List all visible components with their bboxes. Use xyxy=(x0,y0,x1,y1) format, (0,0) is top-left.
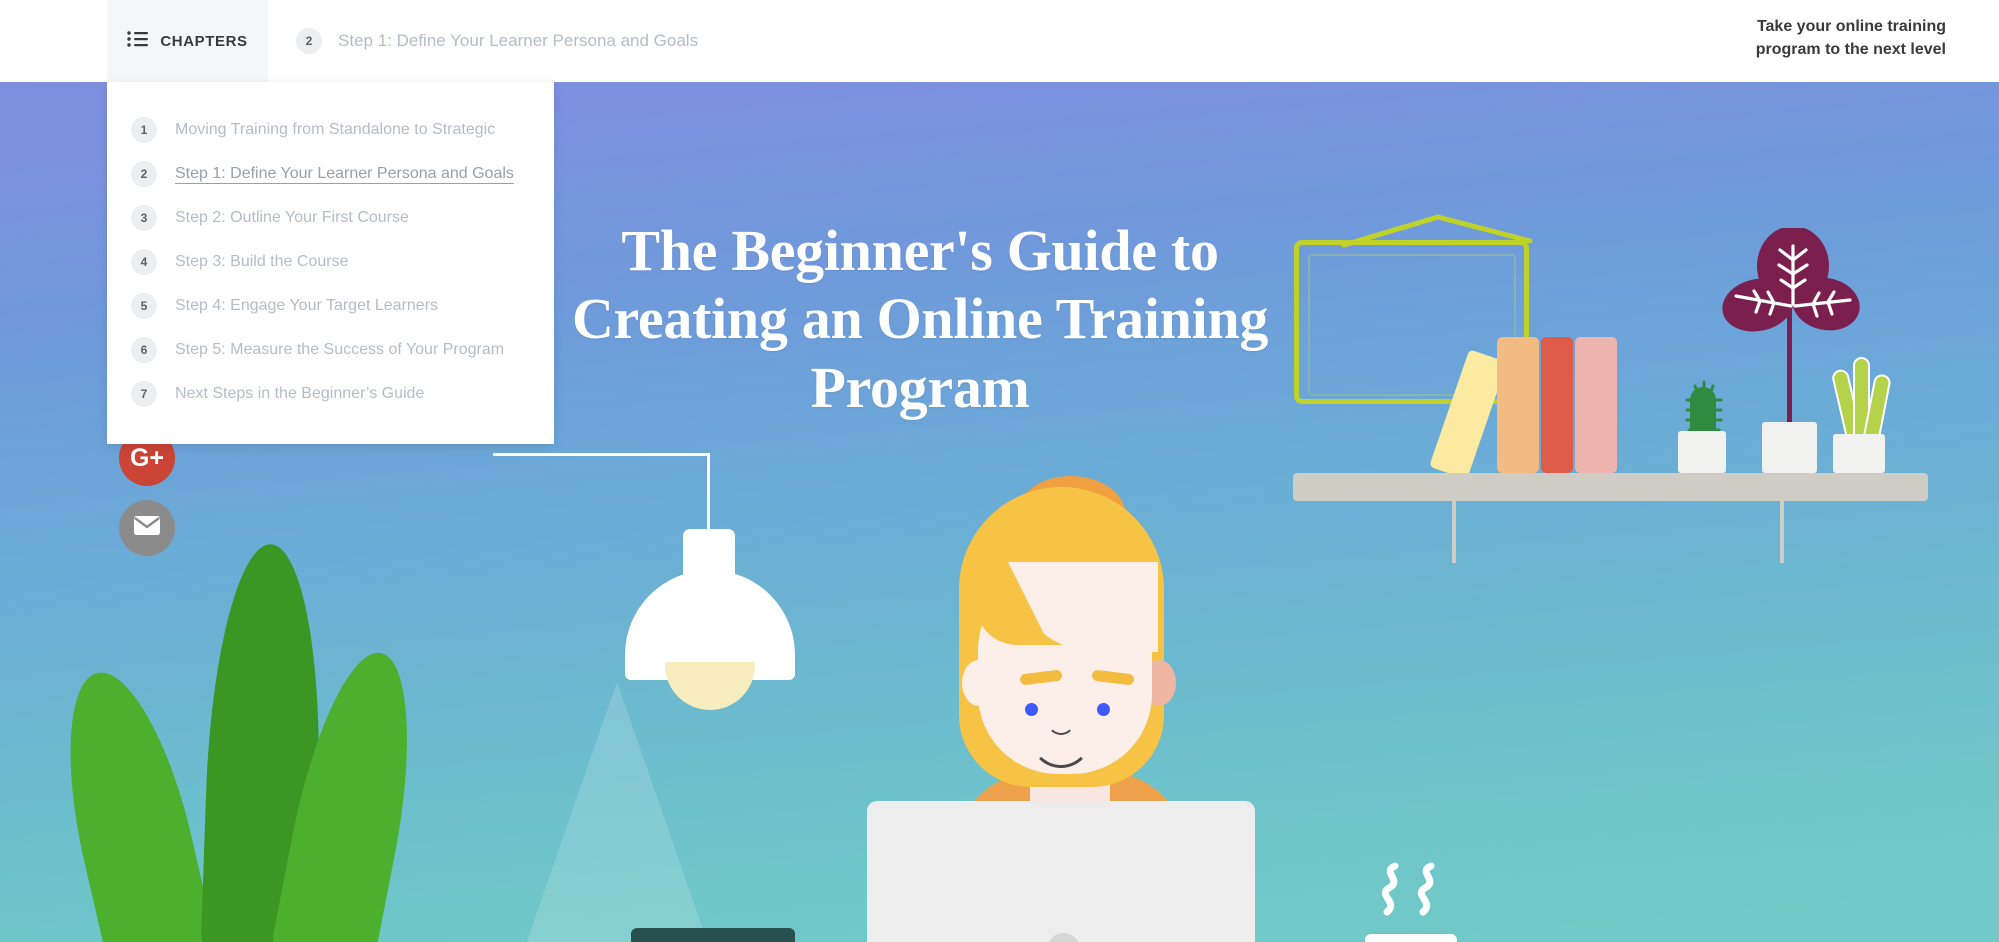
stacked-book-dark xyxy=(631,928,795,942)
google-plus-icon: G+ xyxy=(129,443,165,472)
chapter-menu-item-label: Step 2: Outline Your First Course xyxy=(175,209,409,226)
character-eye xyxy=(1097,703,1110,716)
snake-plant-pot xyxy=(1833,434,1885,473)
lamp-light-cone xyxy=(497,682,737,942)
social-share-rail: G+ xyxy=(119,430,175,570)
lamp-wire-vertical xyxy=(707,453,710,533)
chapters-dropdown-menu[interactable]: 1 Moving Training from Standalone to Stra… xyxy=(107,82,554,444)
chapter-menu-item-3[interactable]: 3 Step 2: Outline Your First Course xyxy=(107,196,554,240)
chapter-number-badge: 2 xyxy=(131,161,157,187)
chapter-menu-item-7[interactable]: 7 Next Steps in the Beginner’s Guide xyxy=(107,372,554,416)
envelope-icon xyxy=(134,516,160,540)
chapter-number-badge: 1 xyxy=(131,117,157,143)
shelf-brace xyxy=(1780,501,1784,563)
current-chapter-title: Step 1: Define Your Learner Persona and … xyxy=(338,31,699,50)
shelf-book-orange xyxy=(1497,337,1539,473)
current-chapter-indicator: 2 Step 1: Define Your Learner Persona an… xyxy=(296,0,698,82)
chapter-menu-item-label: Step 1: Define Your Learner Persona and … xyxy=(175,165,514,182)
shelf-book-red xyxy=(1541,337,1573,473)
share-email-button[interactable] xyxy=(119,500,175,556)
purple-plant-leaves xyxy=(1722,228,1860,332)
top-navigation-bar: CHAPTERS 2 Step 1: Define Your Learner P… xyxy=(0,0,1999,82)
big-plant-leaf xyxy=(43,660,221,942)
lamp-wire-horizontal xyxy=(493,453,710,456)
chapters-button-label: CHAPTERS xyxy=(160,32,248,50)
site-tagline: Take your online training program to the… xyxy=(1756,16,1946,61)
chapter-number-badge: 4 xyxy=(131,249,157,275)
character-eye xyxy=(1025,703,1038,716)
chapter-number-badge: 7 xyxy=(131,381,157,407)
chapter-menu-item-5[interactable]: 5 Step 4: Engage Your Target Learners xyxy=(107,284,554,328)
chapter-menu-item-label: Step 5: Measure the Success of Your Prog… xyxy=(175,341,505,358)
chapter-number-badge: 5 xyxy=(131,293,157,319)
chapter-menu-item-label: Next Steps in the Beginner’s Guide xyxy=(175,385,425,402)
title-line-2: Creating an Online Training xyxy=(571,286,1269,352)
chapter-menu-item-4[interactable]: 4 Step 3: Build the Course xyxy=(107,240,554,284)
tagline-line-1: Take your online training xyxy=(1756,18,1946,35)
shelf-brace xyxy=(1452,501,1456,563)
chapters-menu-button[interactable]: CHAPTERS xyxy=(107,0,268,82)
chapter-menu-item-label: Step 4: Engage Your Target Learners xyxy=(175,297,439,314)
chapter-menu-item-6[interactable]: 6 Step 5: Measure the Success of Your Pro… xyxy=(107,328,554,372)
page-root: The Beginner's Guide to Creating an Onli… xyxy=(0,0,1999,942)
chapter-menu-item-label: Step 3: Build the Course xyxy=(175,253,349,270)
chapter-menu-item-1[interactable]: 1 Moving Training from Standalone to Stra… xyxy=(107,108,554,152)
chapter-number-badge: 3 xyxy=(131,205,157,231)
title-line-3: Program xyxy=(810,354,1030,420)
chapter-menu-item-label: Moving Training from Standalone to Strat… xyxy=(175,121,496,138)
title-line-1: The Beginner's Guide to xyxy=(621,218,1219,283)
steam-icon xyxy=(1381,862,1435,916)
current-chapter-number: 2 xyxy=(296,28,322,54)
chapter-number-badge: 6 xyxy=(131,337,157,363)
tagline-line-2: program to the next level xyxy=(1755,40,1946,58)
coffee-mug xyxy=(1365,934,1457,942)
laptop xyxy=(867,801,1255,942)
purple-plant-pot xyxy=(1762,422,1817,473)
shelf-book-pink xyxy=(1575,337,1617,473)
chapter-menu-item-2[interactable]: 2 Step 1: Define Your Learner Persona and… xyxy=(107,152,554,196)
list-icon xyxy=(127,30,149,52)
wall-shelf xyxy=(1293,473,1928,501)
cactus-pot xyxy=(1678,431,1726,473)
page-title: The Beginner's Guide to Creating an Onli… xyxy=(560,217,1280,422)
